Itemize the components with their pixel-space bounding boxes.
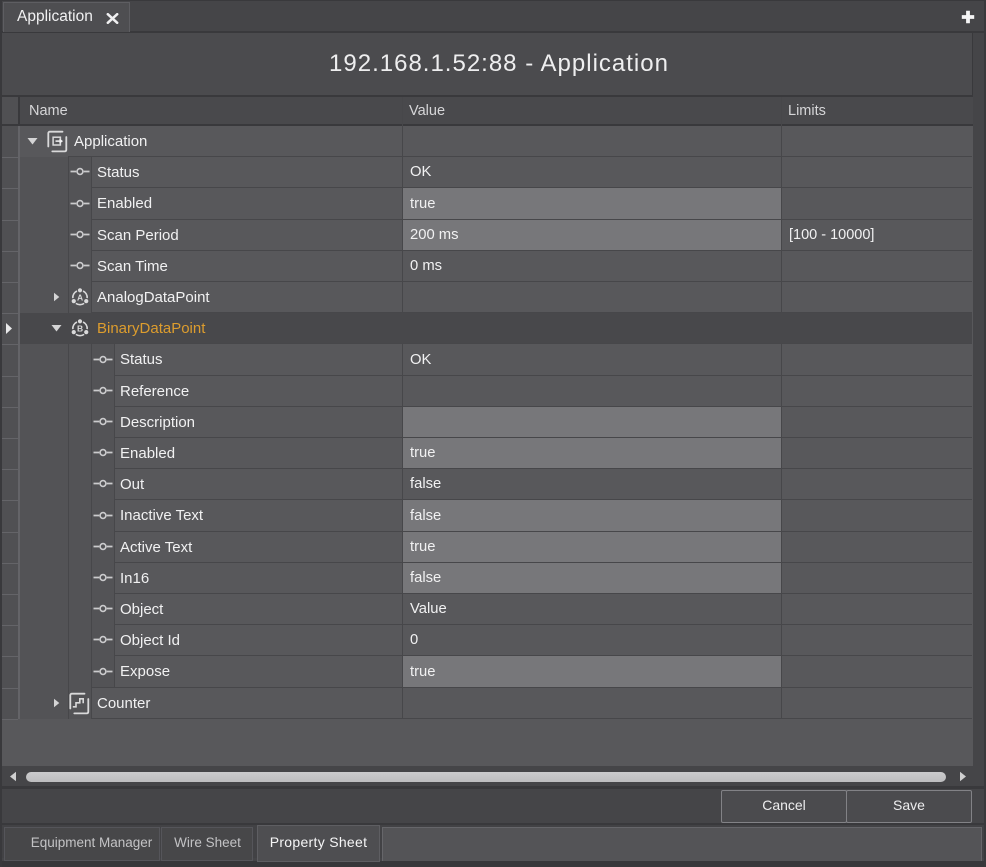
svg-text:A: A xyxy=(77,293,83,303)
svg-text:B: B xyxy=(77,324,83,334)
